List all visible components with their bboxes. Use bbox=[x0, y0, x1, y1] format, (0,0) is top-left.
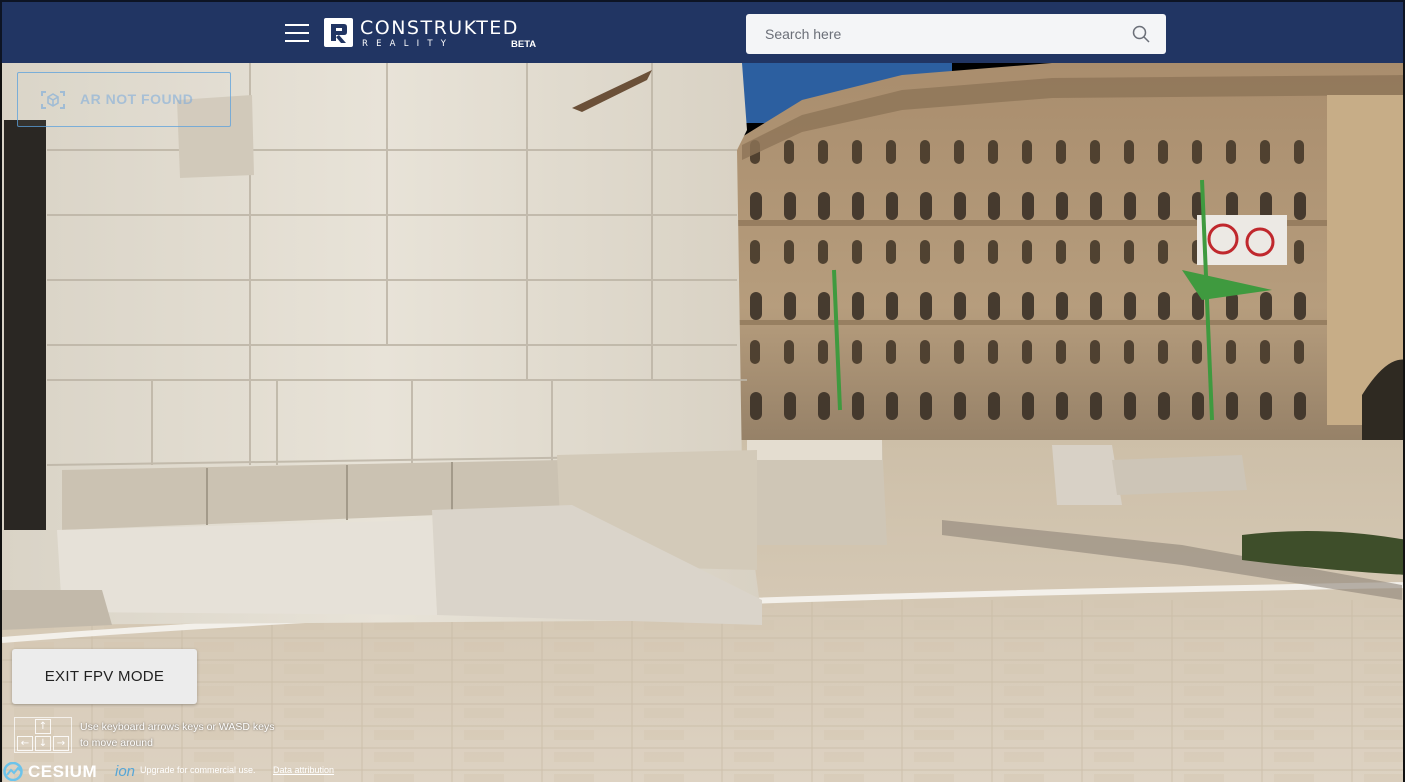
3d-viewport[interactable] bbox=[0, 63, 1405, 782]
arrow-down-key-icon: ↓ bbox=[35, 736, 51, 751]
arrow-left-key-icon: ← bbox=[17, 736, 33, 751]
cesium-logo-icon bbox=[3, 762, 23, 781]
cesium-ion-label: ion bbox=[115, 763, 136, 780]
logo-mark-icon bbox=[324, 18, 353, 47]
arrow-right-key-icon: → bbox=[53, 736, 69, 751]
cesium-wordmark: CESIUM bbox=[28, 762, 98, 781]
scene-rendering bbox=[2, 63, 1403, 782]
keyboard-arrows-icon: ↑ ← ↓ → bbox=[14, 717, 72, 753]
hamburger-menu-icon[interactable] bbox=[283, 22, 311, 44]
constructed-reality-logo[interactable]: CONSTRUKTED REALITY BETA bbox=[324, 17, 554, 53]
navigation-hint-text: Use keyboard arrows keys or WASD keys to… bbox=[80, 721, 275, 749]
logo-subtitle: REALITY bbox=[362, 39, 455, 49]
upgrade-text: Upgrade for commercial use. bbox=[140, 765, 256, 775]
ar-button-label: AR NOT FOUND bbox=[80, 91, 194, 107]
search-box bbox=[746, 14, 1166, 54]
search-input[interactable] bbox=[746, 14, 1126, 54]
top-navigation-bar: CONSTRUKTED REALITY BETA bbox=[0, 0, 1405, 63]
arrow-up-key-icon: ↑ bbox=[35, 719, 51, 734]
search-icon[interactable] bbox=[1132, 25, 1150, 43]
ar-button[interactable]: AR NOT FOUND bbox=[17, 72, 231, 127]
data-attribution-link[interactable]: Data attribution bbox=[273, 765, 334, 775]
beta-badge: BETA bbox=[511, 39, 537, 50]
cesium-credits: CESIUM ion Upgrade for commercial use. D… bbox=[3, 761, 363, 781]
logo-wordmark: CONSTRUKTED bbox=[360, 17, 519, 39]
exit-fpv-mode-button[interactable]: EXIT FPV MODE bbox=[12, 649, 197, 704]
ar-cube-icon bbox=[41, 91, 65, 109]
